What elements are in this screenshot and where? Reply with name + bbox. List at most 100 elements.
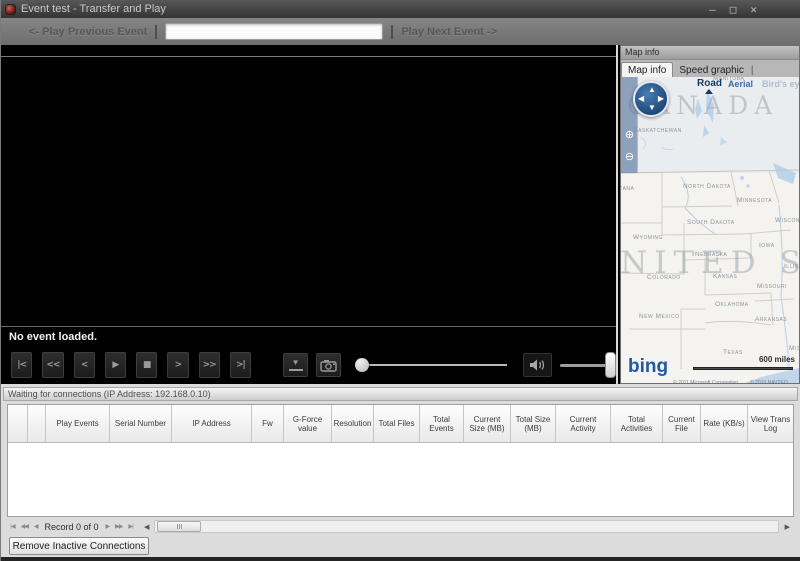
play-button[interactable]: ▶ xyxy=(104,352,126,378)
seek-track xyxy=(355,364,508,366)
column-header-ip-address[interactable]: IP Address xyxy=(172,405,252,442)
record-count-label: Record 0 of 0 xyxy=(44,521,99,532)
seek-handle[interactable] xyxy=(355,358,370,372)
record-prev-button[interactable]: ◀ xyxy=(34,523,39,530)
maximize-button[interactable]: □ xyxy=(730,4,737,15)
column-header-rate-kb-s-[interactable]: Rate (KB/s) xyxy=(701,405,748,442)
pan-west-icon[interactable]: ◀ xyxy=(638,95,644,103)
map-label: Minnesota xyxy=(737,197,773,204)
column-header-indicator[interactable] xyxy=(28,405,46,442)
road-selected-caret-icon xyxy=(705,89,713,94)
column-header-current-file[interactable]: Current File xyxy=(663,405,701,442)
stop-button[interactable]: ■ xyxy=(136,352,158,378)
mute-button[interactable] xyxy=(523,353,553,377)
video-panel: No event loaded. |< << < ▶ ■ > >> >| ▼ xyxy=(1,45,618,384)
column-header-g-force-value[interactable]: G-Force value xyxy=(284,405,332,442)
column-header-total-size-mb-[interactable]: Total Size (MB) xyxy=(511,405,556,442)
map-mode-birdseye[interactable]: Bird's eye xyxy=(762,79,799,89)
volume-slider[interactable] xyxy=(560,351,617,379)
map-label: Wyoming xyxy=(633,234,663,241)
map-copyright-navteq: © 2010 NAVTEQ xyxy=(750,380,788,383)
map-label: Saskatchewan xyxy=(633,127,682,134)
hscroll-right-arrow[interactable]: ▶ xyxy=(785,523,790,531)
pan-south-icon[interactable]: ▼ xyxy=(648,104,656,112)
app-icon xyxy=(5,3,16,15)
record-prev-page-button[interactable]: ◀◀ xyxy=(21,523,29,530)
column-header-total-activities[interactable]: Total Activities xyxy=(611,405,663,442)
pan-north-icon[interactable]: ▲ xyxy=(648,86,656,94)
volume-handle[interactable] xyxy=(605,352,617,378)
map-copyright-microsoft: © 2011 Microsoft Corporation xyxy=(673,380,739,383)
horizontal-scrollbar[interactable] xyxy=(154,520,779,533)
map-label: Wisconsin xyxy=(775,217,799,224)
bing-map[interactable]: CANADA UNITED STATES Road Aerial Bird's … xyxy=(621,77,799,383)
hscroll-left-arrow[interactable]: ◀ xyxy=(144,523,149,531)
column-header-resolution[interactable]: Resolution xyxy=(332,405,374,442)
map-panel: Map info Map info Speed graphic | CANADA… xyxy=(620,45,800,384)
map-label: North Dakota xyxy=(683,183,731,190)
title-bar: Event test - Transfer and Play – □ ✕ xyxy=(1,0,800,18)
camera-icon xyxy=(319,359,337,372)
map-label: Illinois xyxy=(784,263,799,270)
map-label: Missouri xyxy=(757,283,787,290)
download-arrow-icon: ▼ xyxy=(291,358,300,367)
seek-slider[interactable] xyxy=(355,357,508,373)
map-borders-art xyxy=(621,89,799,383)
grid-body[interactable] xyxy=(8,443,793,516)
map-zoom-out-button[interactable]: ⊖ xyxy=(623,151,636,164)
connections-grid: Play Events Serial Number IP Address Fw G-Fo… xyxy=(7,404,794,517)
close-button[interactable]: ✕ xyxy=(750,4,757,15)
column-header-view-trans-log[interactable]: View Trans Log xyxy=(748,405,793,442)
map-label: New Mexico xyxy=(639,313,680,320)
remove-inactive-connections-button[interactable]: Remove Inactive Connections xyxy=(9,537,149,555)
map-tab-strip: Map info Speed graphic | xyxy=(621,60,799,77)
video-display xyxy=(1,57,616,326)
map-label: Iowa xyxy=(759,242,775,249)
tab-map-info[interactable]: Map info xyxy=(621,62,674,77)
column-header-fw[interactable]: Fw xyxy=(252,405,284,442)
play-previous-event-button[interactable]: <- Play Previous Event xyxy=(29,26,147,38)
map-label: South Dakota xyxy=(687,219,735,226)
record-next-page-button[interactable]: ▶▶ xyxy=(115,523,123,530)
download-frame-button[interactable]: ▼ xyxy=(283,353,309,377)
record-first-button[interactable]: |◀ xyxy=(10,523,16,530)
last-button[interactable]: >| xyxy=(229,352,251,378)
record-navigator-row: |◀ ◀◀ ◀ Record 0 of 0 ▶ ▶▶ ▶| ◀ ▶ xyxy=(7,518,794,535)
window-bottom-edge xyxy=(1,557,800,561)
play-next-event-button[interactable]: Play Next Event -> xyxy=(401,26,497,38)
event-name-input[interactable] xyxy=(165,23,384,40)
step-back-button[interactable]: < xyxy=(73,352,95,378)
fast-forward-button[interactable]: >> xyxy=(198,352,220,378)
record-next-button[interactable]: ▶ xyxy=(106,523,111,530)
first-button[interactable]: |< xyxy=(11,352,33,378)
map-label: Oklahoma xyxy=(715,301,749,308)
column-header-total-events[interactable]: Total Events xyxy=(420,405,464,442)
bing-logo[interactable]: bing xyxy=(628,356,668,378)
pan-east-icon[interactable]: ▶ xyxy=(658,95,664,103)
column-header-current-size-mb-[interactable]: Current Size (MB) xyxy=(464,405,511,442)
volume-track xyxy=(560,364,611,367)
column-header-total-files[interactable]: Total Files xyxy=(374,405,420,442)
hscroll-thumb[interactable] xyxy=(157,521,202,532)
minimize-button[interactable]: – xyxy=(709,4,716,15)
step-forward-button[interactable]: > xyxy=(167,352,189,378)
video-top-strip xyxy=(1,45,616,57)
column-header-play-events[interactable]: Play Events xyxy=(46,405,110,442)
tab-speed-graphic[interactable]: Speed graphic xyxy=(673,63,750,77)
grid-header-row: Play Events Serial Number IP Address Fw G-Fo… xyxy=(8,405,793,443)
column-header-current-activity[interactable]: Current Activity xyxy=(556,405,611,442)
speaker-icon xyxy=(529,359,544,371)
rewind-button[interactable]: << xyxy=(42,352,64,378)
record-last-button[interactable]: ▶| xyxy=(128,523,134,530)
player-controls: |< << < ▶ ■ > >> >| ▼ xyxy=(1,346,617,384)
column-header-indicator[interactable] xyxy=(8,405,28,442)
map-compass-control[interactable]: ▲ ▼ ◀ ▶ xyxy=(633,81,669,117)
map-scale-label: 600 miles xyxy=(758,355,795,364)
download-bar-icon xyxy=(288,369,303,371)
connections-status-bar: Waiting for connections (IP Address: 192… xyxy=(3,387,798,401)
column-header-serial-number[interactable]: Serial Number xyxy=(110,405,172,442)
tab-separator: | xyxy=(750,65,754,76)
connections-panel: Waiting for connections (IP Address: 192… xyxy=(1,384,800,557)
snapshot-button[interactable] xyxy=(316,353,342,377)
window-title: Event test - Transfer and Play xyxy=(21,3,166,15)
